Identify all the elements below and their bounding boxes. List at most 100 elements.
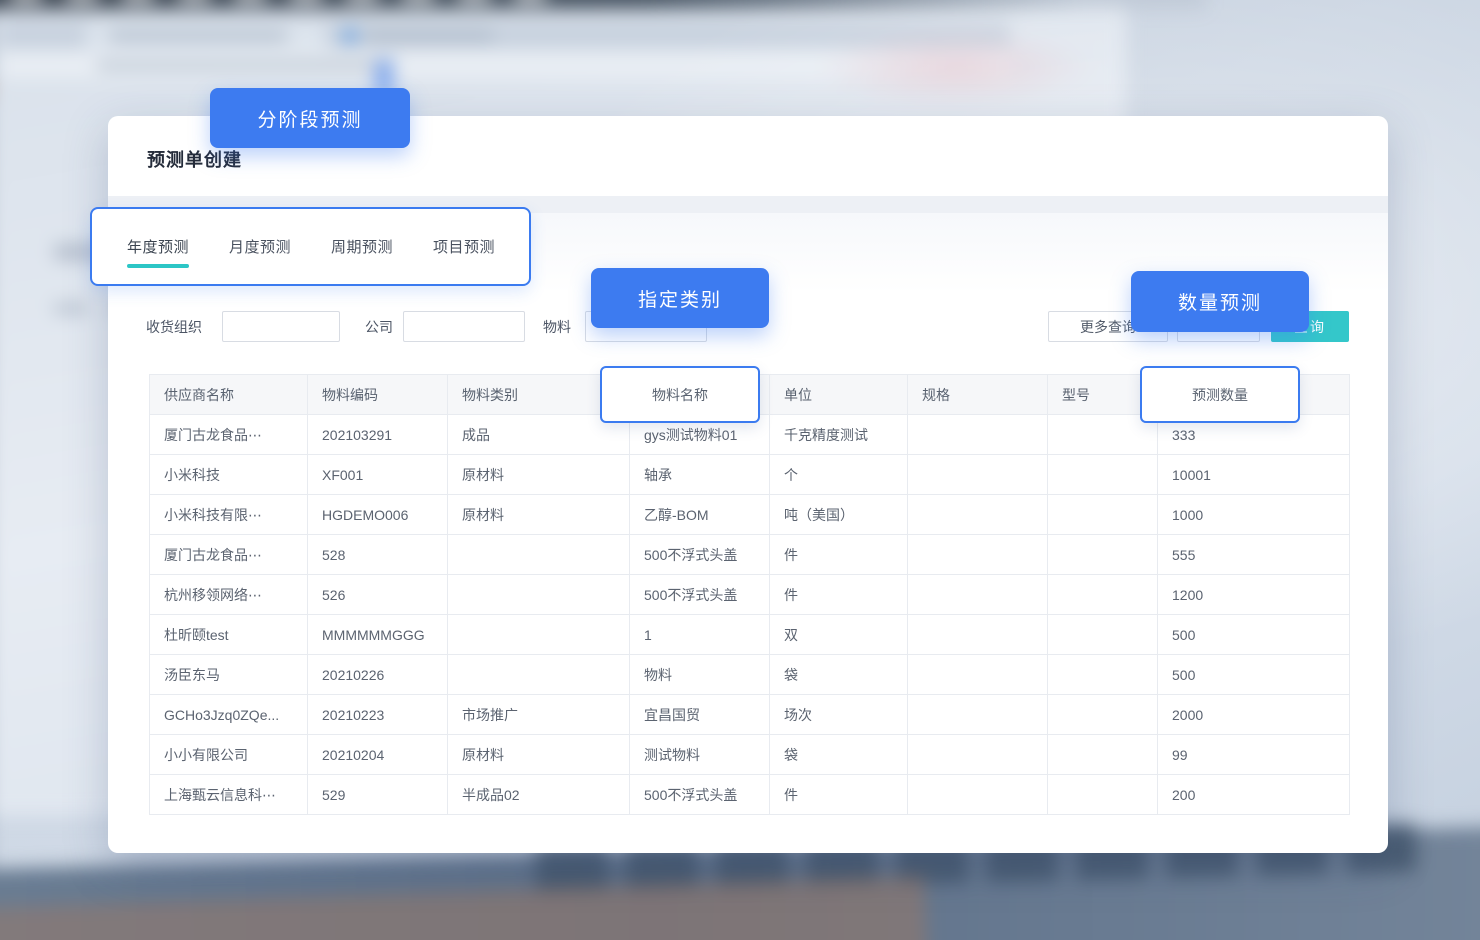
table-cell: 500 — [1158, 655, 1350, 695]
annotation-box-forecast-qty: 预测数量 — [1140, 366, 1300, 423]
table-cell: 1200 — [1158, 575, 1350, 615]
table-cell: 轴承 — [630, 455, 770, 495]
callout-phased-forecast: 分阶段预测 — [210, 88, 410, 148]
table-cell: 件 — [770, 575, 908, 615]
table-row[interactable]: 厦门古龙食品⋯528 500不浮式头盖件 555 — [150, 535, 1350, 575]
annotation-box-material-name: 物料名称 — [600, 366, 760, 423]
callout-specify-category: 指定类别 — [591, 268, 769, 328]
table-cell — [908, 695, 1048, 735]
table-row[interactable]: GCHo3Jzq0ZQe...20210223市场推广宜昌国贸场次 2000 — [150, 695, 1350, 735]
table-row[interactable]: 小米科技XF001原材料轴承个10001 — [150, 455, 1350, 495]
table-cell — [1048, 775, 1158, 815]
receiving-org-input[interactable] — [222, 311, 340, 342]
forecast-table: 供应商名称 物料编码 物料类别 物料名称 单位 规格 型号 预测数量 厦门古龙食… — [149, 374, 1349, 815]
table-cell: 乙醇-BOM — [630, 495, 770, 535]
background-tab-text — [364, 32, 494, 40]
table-cell — [908, 775, 1048, 815]
table-cell — [1048, 695, 1158, 735]
table-cell: 1 — [630, 615, 770, 655]
table-cell: 原材料 — [448, 735, 630, 775]
table-cell: 杜昕颐test — [150, 615, 308, 655]
table-cell — [448, 615, 630, 655]
col-unit: 单位 — [770, 375, 908, 415]
table-cell: 市场推广 — [448, 695, 630, 735]
table-row[interactable]: 杭州移领网络⋯526 500不浮式头盖件 1200 — [150, 575, 1350, 615]
table-cell: 半成品02 — [448, 775, 630, 815]
col-material-code: 物料编码 — [308, 375, 448, 415]
tab-period-forecast[interactable]: 周期预测 — [331, 236, 393, 257]
table-cell — [1048, 535, 1158, 575]
table-cell: 529 — [308, 775, 448, 815]
col-supplier-name: 供应商名称 — [150, 375, 308, 415]
table-cell: XF001 — [308, 455, 448, 495]
table-cell — [1048, 495, 1158, 535]
table-cell: 件 — [770, 775, 908, 815]
table-cell: 袋 — [770, 735, 908, 775]
table-cell: 500不浮式头盖 — [630, 535, 770, 575]
table-cell: 厦门古龙食品⋯ — [150, 415, 308, 455]
callout-quantity-forecast: 数量预测 — [1131, 271, 1309, 332]
table-cell: 555 — [1158, 535, 1350, 575]
tab-monthly-forecast[interactable]: 月度预测 — [229, 236, 291, 257]
tab-annual-forecast[interactable]: 年度预测 — [127, 236, 189, 257]
material-label: 物料 — [543, 317, 571, 337]
table-cell: 物料 — [630, 655, 770, 695]
table-cell: 10001 — [1158, 455, 1350, 495]
page-title: 预测单创建 — [147, 146, 242, 172]
table-cell — [908, 535, 1048, 575]
table-cell: 526 — [308, 575, 448, 615]
table-cell: 20210226 — [308, 655, 448, 695]
table-cell: HGDEMO006 — [308, 495, 448, 535]
table-row[interactable]: 杜昕颐testMMMMMMGGG1双500 — [150, 615, 1350, 655]
table-cell — [448, 655, 630, 695]
screenshot-root: 预测单创建 年度预测 月度预测 周期预测 项目预测 收货组织 公司 物料 更多查… — [0, 0, 1480, 940]
table-cell: 2000 — [1158, 695, 1350, 735]
table-cell: 杭州移领网络⋯ — [150, 575, 308, 615]
table-cell: 小小有限公司 — [150, 735, 308, 775]
table-cell: 202103291 — [308, 415, 448, 455]
table-cell: 500不浮式头盖 — [630, 575, 770, 615]
table-cell: GCHo3Jzq0ZQe... — [150, 695, 308, 735]
table-cell — [1048, 735, 1158, 775]
table-cell: 吨（美国） — [770, 495, 908, 535]
table-cell — [908, 655, 1048, 695]
tab-group-annotation-box: 年度预测 月度预测 周期预测 项目预测 — [90, 207, 531, 286]
table-cell: 厦门古龙食品⋯ — [150, 535, 308, 575]
company-label: 公司 — [365, 317, 393, 337]
table-cell: 小米科技有限⋯ — [150, 495, 308, 535]
table-row[interactable]: 小小有限公司20210204原材料测试物料袋 99 — [150, 735, 1350, 775]
table-cell: 千克精度测试 — [770, 415, 908, 455]
table-cell — [448, 535, 630, 575]
table-cell: 20210223 — [308, 695, 448, 735]
table-cell: MMMMMMGGG — [308, 615, 448, 655]
table-cell: 个 — [770, 455, 908, 495]
table-cell: 500不浮式头盖 — [630, 775, 770, 815]
table-cell — [1048, 575, 1158, 615]
table-cell — [1048, 655, 1158, 695]
table-cell: 上海甄云信息科⋯ — [150, 775, 308, 815]
table-cell — [908, 415, 1048, 455]
table-cell — [908, 575, 1048, 615]
table-cell: 测试物料 — [630, 735, 770, 775]
table-cell: 1000 — [1158, 495, 1350, 535]
table-cell: 小米科技 — [150, 455, 308, 495]
table-cell: 99 — [1158, 735, 1350, 775]
table-cell: 20210204 — [308, 735, 448, 775]
table-cell — [908, 455, 1048, 495]
table-cell: 场次 — [770, 695, 908, 735]
col-spec: 规格 — [908, 375, 1048, 415]
table-cell: 528 — [308, 535, 448, 575]
table-cell: 原材料 — [448, 495, 630, 535]
table-cell: 宜昌国贸 — [630, 695, 770, 735]
table-row[interactable]: 小米科技有限⋯HGDEMO006原材料乙醇-BOM吨（美国） 1000 — [150, 495, 1350, 535]
table-row[interactable]: 汤臣东马20210226物料袋500 — [150, 655, 1350, 695]
background-menubar — [0, 0, 1206, 10]
company-input[interactable] — [403, 311, 525, 342]
tab-project-forecast[interactable]: 项目预测 — [433, 236, 495, 257]
background-doc-icon — [344, 30, 356, 42]
table-cell — [908, 495, 1048, 535]
table-row[interactable]: 上海甄云信息科⋯529半成品02500不浮式头盖件200 — [150, 775, 1350, 815]
table-cell: 件 — [770, 535, 908, 575]
table-cell: 汤臣东马 — [150, 655, 308, 695]
background-tab-text — [108, 32, 288, 40]
